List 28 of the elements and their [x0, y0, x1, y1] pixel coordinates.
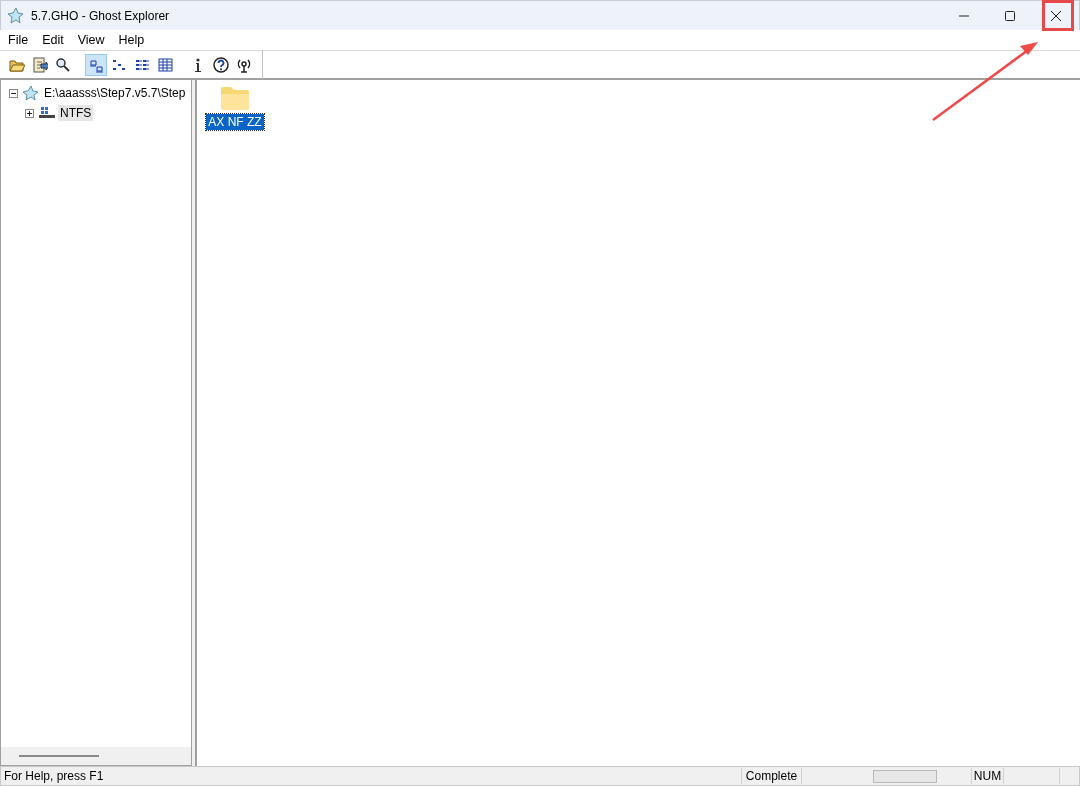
drive-icon	[38, 107, 56, 119]
num-lock-indicator: NUM	[973, 769, 1002, 783]
expand-toggle[interactable]	[25, 108, 34, 118]
scrollbar-thumb[interactable]	[19, 755, 99, 757]
plus-icon	[25, 108, 34, 118]
help-hint: For Help, press F1	[3, 769, 105, 783]
collapse-toggle[interactable]	[9, 88, 18, 98]
window-title: 5.7.GHO - Ghost Explorer	[31, 8, 170, 23]
folder-name[interactable]: AX NF ZZ	[206, 114, 264, 130]
tree-item[interactable]: E:\aaasss\Step7.v5.7\Step	[42, 85, 188, 101]
menu-item[interactable]: Edit	[35, 33, 71, 47]
large-buttons-view-icon[interactable]	[85, 53, 107, 76]
search-icon	[55, 56, 71, 73]
star-image-icon	[22, 85, 40, 101]
close-icon	[1051, 10, 1061, 21]
menu-item[interactable]: File	[1, 33, 36, 47]
minus-icon	[9, 88, 18, 98]
tree-item[interactable]: NTFS	[58, 105, 94, 121]
export-icon	[32, 56, 48, 73]
details-view-icon	[157, 56, 173, 73]
highlight-frame	[1042, 0, 1074, 31]
status-text: Complete	[745, 769, 798, 783]
app-icon	[7, 6, 25, 25]
maximize-icon	[1005, 10, 1015, 21]
help-icon	[213, 56, 229, 73]
menu-item[interactable]: Help	[111, 33, 152, 47]
folder-icon	[220, 86, 250, 110]
menu-item[interactable]: View	[70, 33, 112, 47]
